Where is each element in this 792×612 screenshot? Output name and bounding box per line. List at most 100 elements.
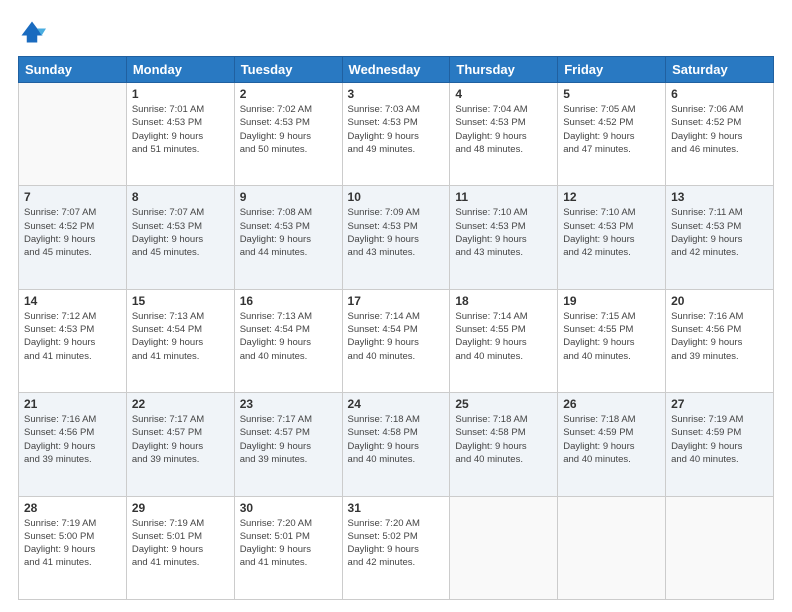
day-info: Sunrise: 7:13 AMSunset: 4:54 PMDaylight:… [240,310,337,363]
day-info-line: Sunset: 4:56 PM [24,427,94,438]
day-info: Sunrise: 7:11 AMSunset: 4:53 PMDaylight:… [671,206,768,259]
day-info-line: Sunrise: 7:01 AM [132,104,204,115]
day-info: Sunrise: 7:14 AMSunset: 4:54 PMDaylight:… [348,310,445,363]
day-info: Sunrise: 7:06 AMSunset: 4:52 PMDaylight:… [671,103,768,156]
day-number: 3 [348,87,445,101]
day-of-week-header: Thursday [450,57,558,83]
calendar-day-cell: 25Sunrise: 7:18 AMSunset: 4:58 PMDayligh… [450,393,558,496]
day-info-line: Sunrise: 7:16 AM [24,414,96,425]
calendar-day-cell: 16Sunrise: 7:13 AMSunset: 4:54 PMDayligh… [234,289,342,392]
day-number: 1 [132,87,229,101]
day-info-line: Daylight: 9 hours [671,441,742,452]
calendar-day-cell: 26Sunrise: 7:18 AMSunset: 4:59 PMDayligh… [558,393,666,496]
calendar-day-cell: 30Sunrise: 7:20 AMSunset: 5:01 PMDayligh… [234,496,342,599]
day-info-line: and 41 minutes. [132,557,200,568]
days-of-week-row: SundayMondayTuesdayWednesdayThursdayFrid… [19,57,774,83]
day-info-line: Sunset: 4:53 PM [24,324,94,335]
day-of-week-header: Wednesday [342,57,450,83]
day-info-line: and 49 minutes. [348,144,416,155]
day-info-line: Daylight: 9 hours [348,441,419,452]
calendar-day-cell [666,496,774,599]
day-info-line: Sunset: 4:52 PM [671,117,741,128]
day-number: 7 [24,190,121,204]
day-info-line: and 51 minutes. [132,144,200,155]
day-info-line: Daylight: 9 hours [563,337,634,348]
day-info-line: Sunset: 4:58 PM [455,427,525,438]
day-info-line: and 43 minutes. [348,247,416,258]
day-info-line: Sunrise: 7:16 AM [671,311,743,322]
header [18,18,774,46]
day-info-line: Sunrise: 7:07 AM [132,207,204,218]
day-info-line: Daylight: 9 hours [132,131,203,142]
day-info-line: Daylight: 9 hours [132,441,203,452]
day-info-line: Sunset: 4:54 PM [348,324,418,335]
day-info-line: Sunrise: 7:19 AM [671,414,743,425]
day-info: Sunrise: 7:17 AMSunset: 4:57 PMDaylight:… [240,413,337,466]
day-info-line: Sunrise: 7:05 AM [563,104,635,115]
day-info-line: Daylight: 9 hours [455,337,526,348]
calendar-day-cell: 5Sunrise: 7:05 AMSunset: 4:52 PMDaylight… [558,83,666,186]
day-info-line: Daylight: 9 hours [24,337,95,348]
day-info-line: and 40 minutes. [455,454,523,465]
calendar-day-cell [19,83,127,186]
day-info-line: Daylight: 9 hours [671,234,742,245]
day-info-line: Sunrise: 7:10 AM [455,207,527,218]
calendar-day-cell: 9Sunrise: 7:08 AMSunset: 4:53 PMDaylight… [234,186,342,289]
day-number: 20 [671,294,768,308]
day-info-line: and 39 minutes. [240,454,308,465]
day-info-line: Sunrise: 7:18 AM [348,414,420,425]
day-info-line: and 42 minutes. [671,247,739,258]
day-info-line: Sunset: 5:01 PM [132,531,202,542]
calendar-day-cell: 17Sunrise: 7:14 AMSunset: 4:54 PMDayligh… [342,289,450,392]
day-info-line: Sunset: 4:53 PM [671,221,741,232]
day-info-line: Sunset: 4:58 PM [348,427,418,438]
day-info-line: Sunset: 4:53 PM [132,117,202,128]
calendar-day-cell: 20Sunrise: 7:16 AMSunset: 4:56 PMDayligh… [666,289,774,392]
calendar-page: SundayMondayTuesdayWednesdayThursdayFrid… [0,0,792,612]
day-of-week-header: Friday [558,57,666,83]
day-info-line: Sunset: 5:01 PM [240,531,310,542]
day-number: 19 [563,294,660,308]
calendar-day-cell: 21Sunrise: 7:16 AMSunset: 4:56 PMDayligh… [19,393,127,496]
day-info: Sunrise: 7:18 AM Sunset: 4:58 PM Daylight:… [348,413,445,466]
day-info: Sunrise: 7:19 AMSunset: 4:59 PMDaylight:… [671,413,768,466]
day-info-line: Sunset: 4:53 PM [132,221,202,232]
day-info-line: and 40 minutes. [348,454,416,465]
day-info-line: Sunrise: 7:17 AM [132,414,204,425]
calendar-day-cell: 4Sunrise: 7:04 AMSunset: 4:53 PMDaylight… [450,83,558,186]
day-info-line: Sunset: 4:53 PM [240,221,310,232]
day-info-line: and 48 minutes. [455,144,523,155]
day-info-line: and 44 minutes. [240,247,308,258]
day-info-line: Daylight: 9 hours [24,544,95,555]
day-info-line: Sunset: 4:52 PM [24,221,94,232]
day-info-line: and 50 minutes. [240,144,308,155]
calendar-day-cell: 24Sunrise: 7:18 AMSunset: 4:58 PMDayligh… [342,393,450,496]
day-info-line: and 46 minutes. [671,144,739,155]
day-info: Sunrise: 7:10 AMSunset: 4:53 PMDaylight:… [563,206,660,259]
day-info-line: Daylight: 9 hours [563,441,634,452]
day-info-line: Sunrise: 7:14 AM [348,311,420,322]
day-info-line: Sunrise: 7:18 AM [455,414,527,425]
day-info: Sunrise: 7:01 AM Sunset: 4:53 PM Daylight:… [132,103,229,156]
day-info-line: Daylight: 9 hours [240,234,311,245]
day-info-line: Sunset: 4:54 PM [240,324,310,335]
day-number: 15 [132,294,229,308]
day-info-line: Sunset: 5:02 PM [348,531,418,542]
day-info-line: Sunset: 4:53 PM [455,221,525,232]
day-info: Sunrise: 7:12 AMSunset: 4:53 PMDaylight:… [24,310,121,363]
day-info-line: Sunset: 4:53 PM [455,117,525,128]
day-info-line: Sunrise: 7:04 AM [455,104,527,115]
day-info-line: Sunrise: 7:02 AM [240,104,312,115]
calendar-body: 1 Sunrise: 7:01 AM Sunset: 4:53 PM Daylight… [19,83,774,600]
day-info-line: and 41 minutes. [240,557,308,568]
day-info: Sunrise: 7:05 AMSunset: 4:52 PMDaylight:… [563,103,660,156]
calendar-day-cell: 8Sunrise: 7:07 AMSunset: 4:53 PMDaylight… [126,186,234,289]
day-number: 30 [240,501,337,515]
day-info-line: and 40 minutes. [671,454,739,465]
day-info-line: Sunrise: 7:15 AM [563,311,635,322]
calendar-day-cell: 27Sunrise: 7:19 AMSunset: 4:59 PMDayligh… [666,393,774,496]
day-info-line: Daylight: 9 hours [348,544,419,555]
calendar-week-row: 7 Sunrise: 7:07 AM Sunset: 4:52 PM Daylight… [19,186,774,289]
day-info-line: Sunset: 4:57 PM [132,427,202,438]
day-number: 13 [671,190,768,204]
